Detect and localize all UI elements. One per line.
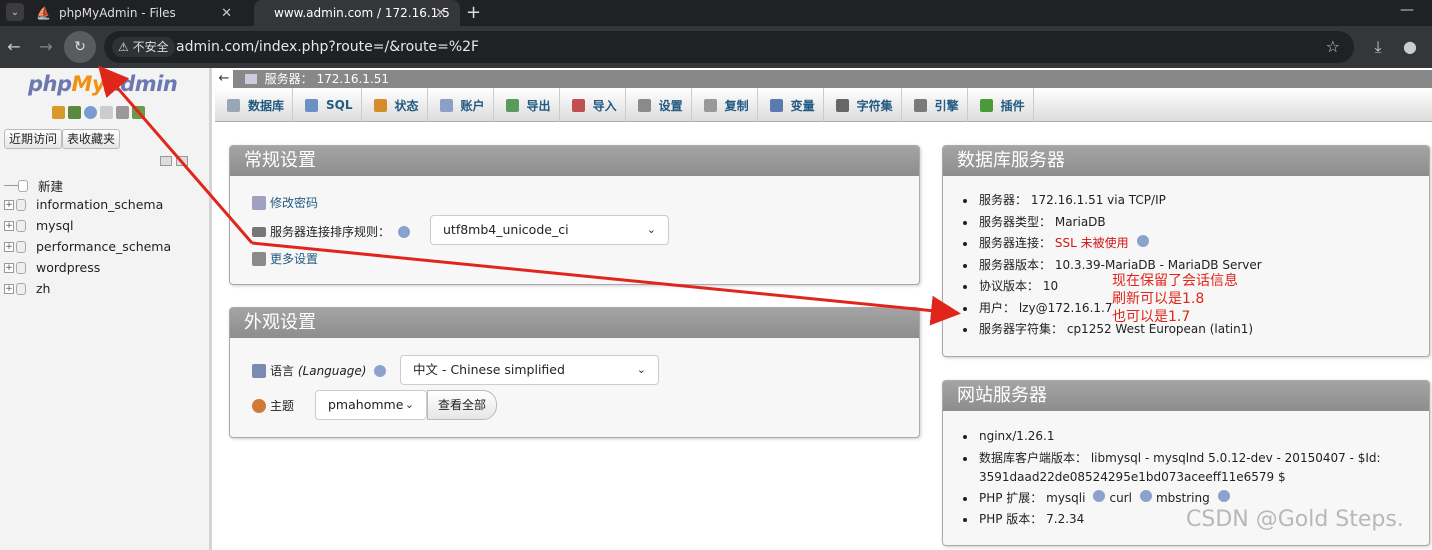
watermark: CSDN @Gold Steps. (1186, 507, 1404, 532)
arrow-to-reload (98, 65, 254, 244)
arrow-to-user (251, 241, 961, 326)
annotation-arrows (98, 65, 961, 326)
